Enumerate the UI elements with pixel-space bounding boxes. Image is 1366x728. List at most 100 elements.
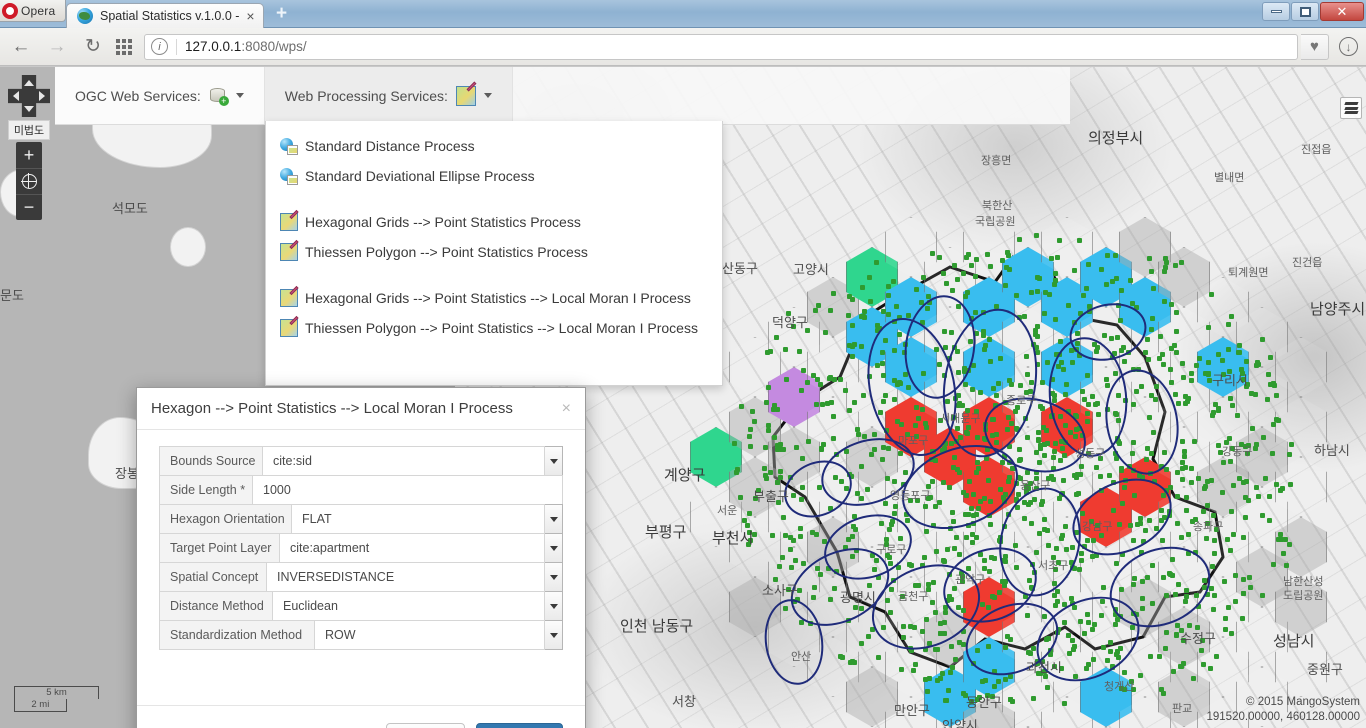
dropdown-item-label: Standard Distance Process — [305, 138, 475, 154]
tabstrip[interactable]: Spatial Statistics v.1.0.0 - × + — [66, 3, 292, 28]
dropdown-separator — [266, 191, 722, 207]
url-path: :8080/wps/ — [241, 39, 306, 54]
chevron-down-icon[interactable] — [545, 504, 563, 534]
browser-window: 석모도문도장봉의정부시장흥면진접읍별내면북한산국립공원퇴계원면진건읍남양주시덕양… — [0, 0, 1366, 728]
dropdown-item-label: Standard Deviational Ellipse Process — [305, 168, 535, 184]
pan-right-button[interactable] — [39, 91, 45, 101]
zoom-out-button[interactable]: − — [16, 194, 42, 220]
close-icon[interactable]: × — [562, 401, 571, 417]
chevron-down-icon[interactable] — [545, 591, 563, 621]
map-location-label: 미법도 — [8, 120, 50, 140]
dropdown-item-standard-distance[interactable]: Standard Distance Process — [266, 131, 722, 161]
field-label: Target Point Layer — [159, 533, 280, 563]
new-tab-button[interactable]: + — [272, 5, 292, 25]
map-scale-bar: 5 km 2 mi — [14, 686, 99, 712]
reload-button[interactable]: ↻ — [80, 37, 106, 56]
wps-map-pencil-icon — [280, 289, 298, 307]
heart-icon: ♥ — [1310, 39, 1319, 54]
dropdown-item-thiessen-polygon-local-moran[interactable]: Thiessen Polygon --> Point Statistics --… — [266, 313, 722, 343]
field-label: Distance Method — [159, 591, 273, 621]
dropdown-item-standard-deviational-ellipse[interactable]: Standard Deviational Ellipse Process — [266, 161, 722, 191]
pan-down-button[interactable] — [24, 106, 34, 112]
bookmark-button[interactable]: ♥ — [1301, 34, 1329, 60]
field-value[interactable]: ROW — [315, 620, 545, 650]
pan-up-button[interactable] — [24, 80, 34, 86]
grid-icon[interactable] — [116, 39, 132, 55]
browser-tab[interactable]: Spatial Statistics v.1.0.0 - × — [66, 3, 264, 28]
minimize-button[interactable] — [1262, 2, 1290, 21]
map-island — [170, 227, 206, 267]
dropdown-item-thiessen-polygon-point-statistics[interactable]: Thiessen Polygon --> Point Statistics Pr… — [266, 237, 722, 267]
window-controls[interactable]: ✕ — [1262, 2, 1364, 21]
field-label: Standardization Method — [159, 620, 315, 650]
dropdown-item-label: Thiessen Polygon --> Point Statistics Pr… — [305, 244, 588, 260]
form-row: Bounds Sourcecite:sid — [159, 446, 563, 476]
forward-button[interactable]: → — [44, 37, 70, 56]
tab-title: Spatial Statistics v.1.0.0 - — [100, 9, 239, 23]
cancel-button[interactable]: Cancel — [386, 723, 466, 728]
services-menubar[interactable]: OGC Web Services: + Web Processing Servi… — [55, 67, 1070, 125]
field-value[interactable]: INVERSEDISTANCE — [267, 562, 545, 592]
opera-label: Opera — [21, 4, 55, 18]
globe-icon[interactable] — [16, 168, 42, 194]
layers-icon[interactable] — [1340, 97, 1362, 119]
globe-process-icon — [280, 167, 298, 185]
field-label: Side Length * — [159, 475, 253, 505]
dropdown-item-hexagonal-grids-point-statistics[interactable]: Hexagonal Grids --> Point Statistics Pro… — [266, 207, 722, 237]
pan-dpad-icon[interactable] — [8, 75, 50, 117]
menu-label: Web Processing Services: — [285, 88, 448, 104]
form-row: Target Point Layercite:apartment — [159, 533, 563, 563]
menu-label: OGC Web Services: — [75, 88, 201, 104]
field-value[interactable]: 1000 — [253, 475, 563, 505]
divider — [176, 39, 177, 55]
dropdown-separator — [266, 267, 722, 283]
window-titlebar: Opera Spatial Statistics v.1.0.0 - × + ✕ — [0, 0, 1366, 28]
scale-km: 5 km — [46, 687, 67, 698]
chevron-down-icon[interactable] — [545, 562, 563, 592]
wps-process-dropdown[interactable]: Standard Distance Process Standard Devia… — [265, 121, 723, 386]
dialog-title: Hexagon --> Point Statistics --> Local M… — [151, 400, 513, 417]
dropdown-item-label: Thiessen Polygon --> Point Statistics --… — [305, 320, 698, 336]
field-label: Spatial Concept — [159, 562, 267, 592]
dialog-form[interactable]: Bounds Sourcecite:sidSide Length *1000He… — [137, 430, 585, 705]
browser-toolbar[interactable]: ← → ↻ i 127.0.0.1:8080/wps/ ♥ ↓ — [0, 28, 1366, 66]
dialog-footer: Cancel Execute — [137, 705, 585, 728]
map-attribution: © 2015 MangoSystem 191520.00000, 460128.… — [1207, 695, 1361, 724]
field-value[interactable]: FLAT — [292, 504, 545, 534]
chevron-down-icon[interactable] — [545, 533, 563, 563]
field-value[interactable]: cite:apartment — [280, 533, 545, 563]
close-window-button[interactable]: ✕ — [1320, 2, 1364, 21]
field-label: Bounds Source — [159, 446, 263, 476]
opera-menu-button[interactable]: Opera — [0, 0, 66, 22]
process-parameters-dialog[interactable]: Hexagon --> Point Statistics --> Local M… — [136, 387, 586, 728]
back-button[interactable]: ← — [8, 37, 34, 56]
field-label: Hexagon Orientation — [159, 504, 292, 534]
restore-button[interactable] — [1291, 2, 1319, 21]
chevron-down-icon[interactable] — [545, 446, 563, 476]
form-row: Distance MethodEuclidean — [159, 591, 563, 621]
map-navigation-controls[interactable]: 미법도 + − — [8, 75, 50, 220]
dropdown-item-hexagonal-grids-local-moran[interactable]: Hexagonal Grids --> Point Statistics -->… — [266, 283, 722, 313]
execute-button[interactable]: Execute — [476, 723, 563, 728]
form-row: Hexagon OrientationFLAT — [159, 504, 563, 534]
form-row: Spatial ConceptINVERSEDISTANCE — [159, 562, 563, 592]
page-info-icon[interactable]: i — [151, 38, 168, 55]
url-host: 127.0.0.1 — [185, 39, 241, 54]
close-icon[interactable]: × — [246, 9, 254, 23]
url-text: 127.0.0.1:8080/wps/ — [185, 39, 307, 54]
chevron-down-icon[interactable] — [484, 93, 492, 98]
wps-map-pencil-icon — [280, 243, 298, 261]
zoom-controls[interactable]: + − — [16, 142, 42, 220]
map-viewport[interactable]: 석모도문도장봉의정부시장흥면진접읍별내면북한산국립공원퇴계원면진건읍남양주시덕양… — [0, 67, 1366, 728]
address-bar[interactable]: i 127.0.0.1:8080/wps/ — [144, 34, 1298, 60]
menu-ogc-web-services[interactable]: OGC Web Services: + — [55, 67, 265, 124]
wps-map-pencil-icon — [280, 213, 298, 231]
field-value[interactable]: Euclidean — [273, 591, 545, 621]
zoom-in-button[interactable]: + — [16, 142, 42, 168]
chevron-down-icon[interactable] — [236, 93, 244, 98]
pan-left-button[interactable] — [13, 91, 19, 101]
field-value[interactable]: cite:sid — [263, 446, 545, 476]
download-icon[interactable]: ↓ — [1339, 37, 1358, 56]
chevron-down-icon[interactable] — [545, 620, 563, 650]
menu-web-processing-services[interactable]: Web Processing Services: — [265, 67, 513, 124]
